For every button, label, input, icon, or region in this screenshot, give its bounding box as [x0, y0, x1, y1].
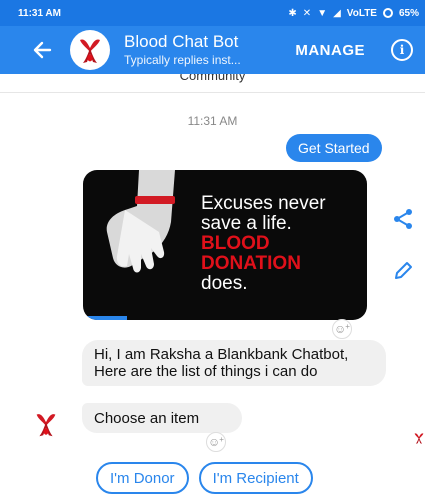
slogan-line-1: Excuses never	[201, 193, 326, 214]
blood-donation-image[interactable]: Excuses never save a life. BLOOD DONATIO…	[83, 170, 367, 320]
quick-replies: I'm Donor I'm Recipient	[96, 462, 313, 494]
image-progress-bar	[83, 316, 127, 320]
bot-message-intro[interactable]: Hi, I am Raksha a Blankbank Chatbot, Her…	[82, 340, 386, 386]
chat-area[interactable]: Community 11:31 AM Get Started Excuses n…	[0, 74, 425, 497]
quick-reply-recipient[interactable]: I'm Recipient	[198, 462, 313, 494]
battery-icon	[382, 8, 393, 18]
info-icon: i	[399, 43, 405, 57]
battery-percent: 65%	[398, 7, 419, 19]
slogan-line-3: BLOOD	[201, 233, 270, 254]
status-bar: 11:31 AM ✱ ✕ ▼ ◢ VoLTE 65%	[0, 0, 425, 26]
edit-icon[interactable]	[392, 260, 414, 287]
reaction-plus: +	[219, 434, 224, 444]
slogan-line-2: save a life.	[201, 213, 292, 234]
arm-illustration	[106, 170, 175, 273]
status-icons: ✱ ✕ ▼ ◢ VoLTE 65%	[288, 8, 419, 19]
divider	[0, 92, 425, 93]
message-timestamp: 11:31 AM	[187, 114, 238, 128]
back-button[interactable]	[22, 26, 62, 74]
wifi-icon: ▼	[317, 7, 328, 19]
chat-title: Blood Chat Bot	[124, 32, 239, 52]
blood-ribbon-icon	[36, 414, 56, 437]
signal-icon: ◢	[333, 7, 341, 19]
user-message-get-started[interactable]: Get Started	[286, 134, 382, 162]
blood-ribbon-icon	[80, 39, 100, 63]
slogan-line-4: DONATION	[201, 253, 301, 274]
blood-ribbon-icon	[414, 433, 424, 444]
app-bar: Blood Chat Bot Typically replies inst...…	[0, 26, 425, 74]
reaction-button-image[interactable]: ☺ +	[332, 319, 352, 339]
quick-reply-donor[interactable]: I'm Donor	[96, 462, 189, 494]
reaction-plus: +	[345, 321, 350, 331]
reaction-button-choose[interactable]: ☺ +	[206, 432, 226, 452]
chat-subtitle: Typically replies inst...	[124, 52, 241, 67]
community-label: Community	[179, 74, 246, 83]
arrow-left-icon	[33, 41, 52, 59]
bot-message-avatar	[26, 404, 66, 444]
chat-titles: Blood Chat Bot Typically replies inst...	[124, 32, 241, 67]
mute-icon: ✕	[302, 7, 312, 19]
bot-avatar[interactable]	[70, 30, 110, 70]
bluetooth-icon: ✱	[288, 7, 297, 19]
network-label: VoLTE	[346, 7, 377, 19]
info-button[interactable]: i	[391, 39, 413, 61]
slogan-line-5: does.	[201, 273, 248, 294]
bot-message-choose[interactable]: Choose an item	[82, 403, 242, 433]
share-icon[interactable]	[392, 208, 414, 235]
status-time: 11:31 AM	[18, 7, 61, 19]
bot-message-choose-text: Choose an item	[94, 409, 200, 427]
manage-button[interactable]: MANAGE	[295, 42, 365, 59]
image-slogan: Excuses never save a life. BLOOD DONATIO…	[201, 194, 326, 294]
